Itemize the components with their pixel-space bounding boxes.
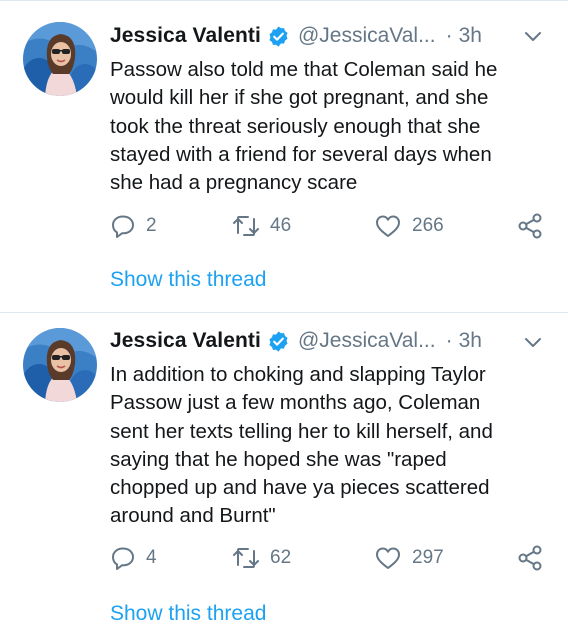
tweet[interactable]: Jessica Valenti @JessicaVal... · 3h Pass… [0, 0, 568, 312]
avatar[interactable] [23, 22, 97, 96]
share-button[interactable] [516, 211, 544, 241]
action-bar: 4 62 297 [110, 543, 550, 573]
chevron-down-icon[interactable] [524, 337, 542, 349]
divider [0, 312, 568, 313]
like-button[interactable]: 266 [374, 211, 444, 241]
author-handle[interactable]: @JessicaVal... [298, 24, 436, 48]
tweet[interactable]: Jessica Valenti @JessicaVal... · 3h In a… [0, 312, 568, 640]
tweet-header: Jessica Valenti @JessicaVal... · 3h [110, 326, 482, 356]
retweet-icon [233, 548, 259, 568]
author-handle[interactable]: @JessicaVal... [298, 329, 436, 353]
verified-badge-icon [269, 330, 288, 352]
reply-icon [112, 547, 134, 570]
separator-dot: · [445, 24, 453, 47]
tweet-text: In addition to choking and slapping Tayl… [110, 363, 493, 528]
tweet-header: Jessica Valenti @JessicaVal... · 3h [110, 21, 482, 51]
like-count: 266 [412, 215, 444, 236]
like-button[interactable]: 297 [374, 543, 444, 573]
retweet-button[interactable]: 46 [232, 211, 291, 241]
like-count: 297 [412, 547, 444, 568]
retweet-count: 46 [270, 215, 292, 236]
verified-badge-icon [269, 25, 288, 47]
share-button[interactable] [516, 543, 544, 573]
retweet-count: 62 [270, 547, 292, 568]
author-name[interactable]: Jessica Valenti [110, 24, 261, 48]
heart-icon [376, 215, 400, 237]
retweet-button[interactable]: 62 [232, 543, 291, 573]
show-thread-link[interactable]: Show this thread [110, 602, 266, 626]
share-icon [518, 545, 542, 571]
reply-count: 4 [146, 547, 157, 568]
chevron-down-icon[interactable] [524, 31, 542, 43]
retweet-icon [233, 216, 259, 236]
reply-icon [112, 215, 134, 238]
author-name[interactable]: Jessica Valenti [110, 329, 261, 353]
divider [0, 0, 568, 1]
show-thread-link[interactable]: Show this thread [110, 268, 266, 292]
action-bar: 2 46 266 [110, 211, 550, 241]
avatar[interactable] [23, 328, 97, 402]
reply-button[interactable]: 2 [110, 211, 157, 241]
reply-button[interactable]: 4 [110, 543, 157, 573]
reply-count: 2 [146, 215, 157, 236]
separator-dot: · [445, 329, 453, 352]
timestamp[interactable]: 3h [459, 329, 482, 353]
tweet-text: Passow also told me that Coleman said he… [110, 58, 498, 195]
timestamp[interactable]: 3h [459, 24, 482, 48]
heart-icon [376, 547, 400, 569]
share-icon [518, 213, 542, 239]
